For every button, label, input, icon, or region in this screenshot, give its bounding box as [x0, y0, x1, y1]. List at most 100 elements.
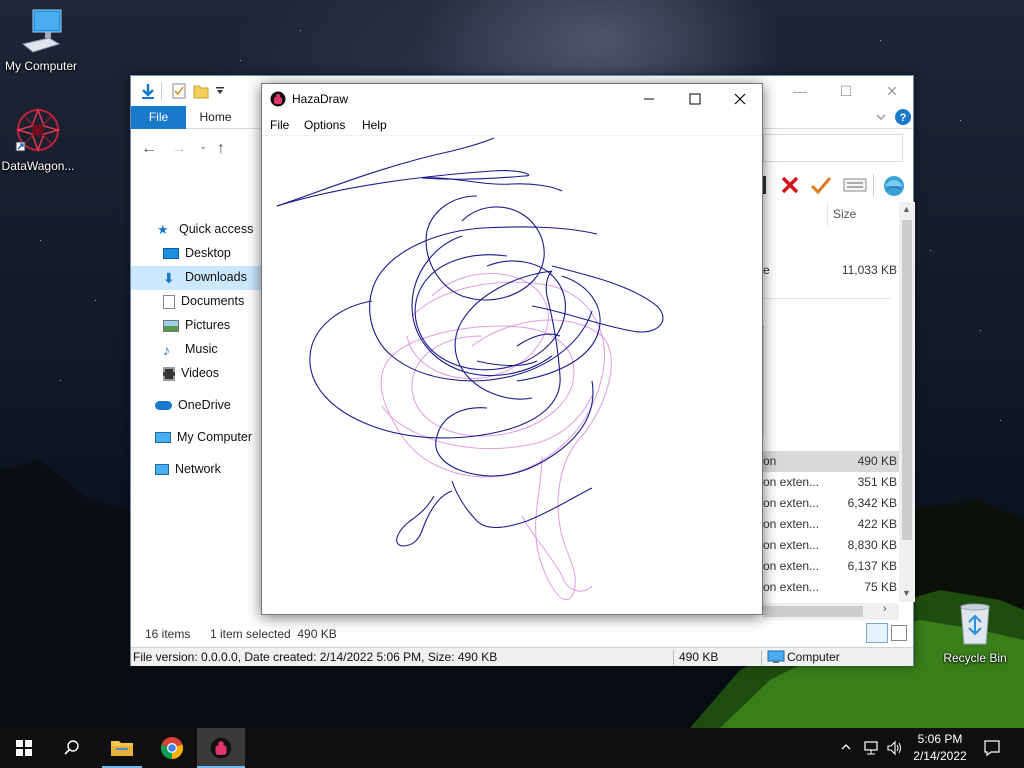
nav-item-desktop[interactable]: Desktop [163, 243, 231, 263]
film-icon [163, 366, 175, 381]
vertical-scrollbar[interactable]: ▲ ▼ [899, 202, 915, 602]
file-row-0[interactable]: e 11,033 KB [763, 260, 899, 281]
nav-item-label: Downloads [185, 270, 247, 284]
download-arrow-icon: ⬇ [163, 269, 175, 286]
file-size: 422 KB [857, 517, 897, 531]
nav-item-label: Music [185, 342, 218, 356]
nav-item-my-computer[interactable]: My Computer [155, 427, 252, 447]
maximize-button[interactable] [672, 84, 718, 114]
delete-x-icon[interactable] [779, 174, 801, 196]
clock-date[interactable]: 2/14/2022 [908, 749, 972, 763]
picture-icon [163, 319, 179, 332]
chevron-up-icon[interactable] [840, 741, 852, 753]
file-row-5[interactable]: on exten... 8,830 KB [763, 535, 899, 556]
search-button[interactable] [48, 728, 96, 768]
details-view-icon[interactable] [866, 623, 888, 643]
notification-icon[interactable] [983, 739, 1001, 757]
drawing-canvas[interactable] [262, 136, 762, 614]
nav-item-pictures[interactable]: Pictures [163, 315, 230, 335]
quick-access-dropdown-icon[interactable] [215, 86, 225, 96]
nav-item-onedrive[interactable]: OneDrive [155, 395, 231, 415]
file-row-6[interactable]: on exten... 6,137 KB [763, 556, 899, 577]
search-box[interactable] [763, 134, 903, 162]
windows-logo-icon [16, 740, 32, 756]
forward-arrow-icon[interactable]: → [171, 140, 187, 158]
details-status-bar: File version: 0.0.0.0, Date created: 2/1… [131, 647, 913, 666]
tab-file[interactable]: File [131, 106, 186, 129]
desktop-icon [163, 248, 179, 260]
hazadraw-app-icon [210, 737, 232, 759]
menu-file[interactable]: File [270, 114, 289, 136]
nav-item-downloads[interactable]: ⬇ Downloads [163, 267, 247, 287]
checkmark-icon[interactable] [809, 174, 833, 196]
clock-time[interactable]: 5:06 PM [908, 732, 972, 746]
window-title: HazaDraw [292, 92, 349, 106]
nav-item-label: Network [175, 462, 221, 476]
file-row-1[interactable]: on 490 KB [763, 451, 899, 472]
scroll-up-icon[interactable]: ▲ [902, 204, 911, 214]
start-button[interactable] [0, 728, 48, 768]
scroll-down-icon[interactable]: ▼ [902, 588, 911, 598]
file-size: 8,830 KB [847, 538, 897, 552]
keyboard-icon[interactable] [843, 176, 867, 194]
up-arrow-icon[interactable]: ↑ [217, 140, 225, 158]
hazadraw-window[interactable]: HazaDraw File Options Help [261, 83, 763, 615]
file-name: on exten... [763, 496, 820, 510]
vertical-scroll-thumb[interactable] [902, 220, 912, 540]
back-arrow-icon[interactable]: ← [141, 140, 157, 158]
tab-home[interactable]: Home [193, 106, 238, 129]
nav-item-quick-access[interactable]: ★ Quick access [157, 219, 253, 239]
custom-toolbar [763, 172, 913, 198]
new-folder-icon[interactable] [193, 82, 209, 100]
globe-shell-icon[interactable] [881, 172, 907, 198]
file-name: on [763, 454, 777, 468]
menu-help[interactable]: Help [362, 114, 387, 136]
nav-item-network[interactable]: Network [155, 459, 221, 479]
menu-options[interactable]: Options [304, 114, 345, 136]
file-size: 351 KB [857, 475, 897, 489]
properties-icon[interactable] [171, 82, 187, 100]
scroll-right-icon[interactable]: › [883, 603, 887, 615]
status-details: File version: 0.0.0.0, Date created: 2/1… [133, 650, 498, 664]
minimize-button[interactable]: — [777, 76, 823, 106]
taskbar-chrome[interactable] [148, 728, 196, 768]
desktop-icon-recycle-bin[interactable]: Recycle Bin [934, 602, 1016, 665]
file-row-4[interactable]: on exten... 422 KB [763, 514, 899, 535]
network-icon[interactable] [862, 740, 880, 756]
thumbnail-view-icon[interactable] [891, 625, 907, 641]
volume-icon[interactable] [886, 740, 904, 756]
file-row-3[interactable]: on exten... 6,342 KB [763, 493, 899, 514]
taskbar-hazadraw[interactable] [197, 728, 245, 768]
nav-item-videos[interactable]: Videos [163, 363, 219, 383]
horizontal-scroll-thumb[interactable] [763, 606, 863, 617]
status-size: 490 KB [679, 650, 719, 664]
nav-item-documents[interactable]: Documents [163, 291, 244, 311]
chevron-down-icon[interactable] [875, 112, 887, 122]
file-name: e [763, 263, 770, 277]
desktop-icon-my-computer[interactable]: My Computer [0, 8, 82, 73]
column-header-size[interactable]: Size [763, 202, 899, 226]
nav-item-label: My Computer [177, 430, 253, 444]
folder-icon [111, 741, 133, 756]
recycle-bin-icon [960, 603, 990, 645]
nav-item-label: Desktop [185, 246, 231, 260]
close-button[interactable]: ✕ [869, 76, 915, 106]
nav-item-label: OneDrive [178, 398, 231, 412]
hazadraw-titlebar[interactable]: HazaDraw [262, 84, 762, 114]
status-item-count: 16 items [145, 627, 191, 641]
computer-icon [767, 650, 785, 663]
download-arrow-icon [142, 84, 154, 99]
file-row-2[interactable]: on exten... 351 KB [763, 472, 899, 493]
minimize-button[interactable] [626, 84, 672, 114]
desktop-icon-label: Recycle Bin [943, 651, 1007, 665]
close-button[interactable] [717, 84, 763, 114]
maximize-button[interactable]: ☐ [823, 76, 869, 106]
cloud-icon [155, 401, 172, 411]
taskbar-file-explorer[interactable] [98, 728, 146, 768]
recent-locations-icon[interactable]: ⌄ [199, 141, 207, 152]
help-icon[interactable]: ? [894, 108, 912, 126]
file-row-7[interactable]: on exten... 75 KB [763, 577, 899, 598]
desktop-icon-datawagon[interactable]: DataWagon... [0, 106, 79, 173]
horizontal-scrollbar[interactable]: › [763, 603, 899, 620]
nav-item-music[interactable]: ♪ Music [163, 339, 218, 359]
